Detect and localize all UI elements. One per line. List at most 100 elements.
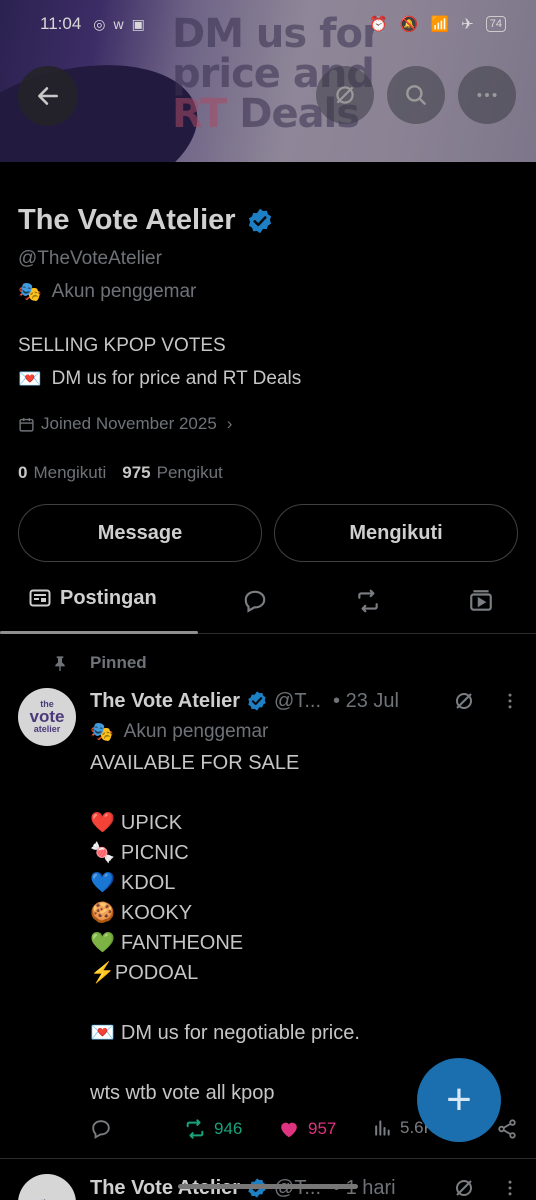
search-button[interactable] [387,66,445,124]
like-count: 957 [308,1119,337,1138]
post-headline: AVAILABLE FOR SALE [90,752,300,774]
post-avatar[interactable]: the vote atelier [18,688,76,746]
following-count[interactable]: 0 [18,463,27,483]
plus-icon: + [446,1075,472,1124]
post-handle[interactable]: @T... [274,690,321,713]
post-dm-text: DM us for negotiable price. [120,1022,360,1044]
profile-name: The Vote Atelier [18,204,236,236]
app-icon-2: w [113,15,124,32]
like-button[interactable]: 957 [278,1118,336,1140]
posts-icon [29,589,51,607]
profile-handle: @TheVoteAtelier [18,248,162,269]
arrow-left-icon [38,87,58,105]
grok-icon[interactable] [452,689,476,713]
alarm-icon: ⏰ [369,16,388,33]
post-tags-line: wts wtb vote all kpop [90,1082,275,1104]
profile-joined[interactable]: Joined November 2025 › [18,414,232,434]
profile-bio-line1: SELLING KPOP VOTES [18,335,226,356]
list-item: 💚 FANTHEONE [90,928,360,958]
grok-icon[interactable] [452,1176,476,1200]
airplane-icon: ✈ [461,16,474,33]
following-label[interactable]: Mengikuti [33,463,106,483]
followers-label[interactable]: Pengikut [157,463,223,483]
app-icon-3: ▣ [131,15,145,32]
compose-fab-button[interactable]: + [417,1058,501,1142]
system-icons: ⏰ 🔕 📶 ✈ 74 [369,15,506,33]
verified-badge-icon [248,691,266,711]
message-button[interactable]: Message [18,504,262,562]
grok-icon [336,86,354,104]
profile-bio-line2-text: DM us for price and RT Deals [51,368,302,389]
grok-button[interactable] [316,66,374,124]
post-divider [0,1158,536,1159]
avatar-text-line2: vote [29,707,65,726]
profile-stats: 0 Mengikuti 975 Pengikut [18,463,223,483]
post-date: • 23 Jul [333,689,399,712]
tab-reposts[interactable] [354,588,382,614]
avatar-text-line3: atelier [33,724,61,734]
status-time: 11:04 [40,14,82,33]
list-item: ❤️ UPICK [90,808,360,838]
back-button[interactable] [18,66,78,126]
app-icon-1: ◎ [93,15,106,32]
speech-bubble-icon [244,590,266,613]
profile-category: 🎭 Akun penggemar [18,280,196,304]
share-icon [498,1119,516,1139]
post-header: The Vote Atelier @T... • 23 Jul [90,689,520,713]
search-icon [406,85,426,105]
more-vertical-icon[interactable] [500,1177,520,1199]
profile-joined-label: Joined November 2025 [41,414,217,433]
reply-button[interactable] [90,1118,112,1140]
list-item-text: UPICK [120,812,183,834]
verified-badge-icon[interactable] [246,207,274,235]
banner-promo-line3-red: RT [172,91,227,137]
profile-name-row: The Vote Atelier [18,204,274,237]
profile-category-label: Akun penggemar [51,281,197,302]
repost-button[interactable]: 946 [184,1118,242,1140]
profile-tabs: Postingan [0,574,536,634]
followers-count[interactable]: 975 [122,463,150,483]
wifi-icon: 📶 [430,16,450,33]
more-vertical-icon[interactable] [500,690,520,712]
repost-count: 946 [214,1119,243,1138]
post-avatar[interactable]: the [18,1174,76,1200]
list-item-text: PICNIC [120,842,189,864]
video-icon [470,590,492,611]
home-indicator[interactable] [178,1184,358,1189]
tab-active-indicator [0,631,198,634]
more-horizontal-icon [477,93,497,97]
more-options-button[interactable] [458,66,516,124]
list-item-text: PODOAL [114,962,199,984]
post-dm-line: 💌 DM us for negotiable price. [90,1018,360,1048]
pin-icon [55,656,65,671]
list-item: 🍬 PICNIC [90,838,360,868]
love-letter-icon: 💌 [18,369,42,390]
red-heart-icon: ❤️ [90,812,115,834]
calendar-icon [19,417,34,432]
bar-chart-icon [375,1120,390,1136]
repost-icon [358,589,378,613]
tab-posts-label: Postingan [60,586,157,609]
candy-icon: 🍬 [90,842,115,864]
tab-media[interactable] [468,588,494,614]
list-item-text: FANTHEONE [120,932,244,954]
pinned-indicator: Pinned [52,653,147,673]
following-button[interactable]: Mengikuti [274,504,518,562]
repost-icon [186,1119,204,1139]
list-item-text: KDOL [120,872,176,894]
lightning-icon: ⚡ [90,962,115,984]
tab-replies[interactable] [242,588,268,614]
theater-masks-icon: 🎭 [18,282,42,303]
list-item: 💙 KDOL [90,868,360,898]
tab-posts[interactable]: Postingan [28,586,157,610]
blue-heart-icon: 💙 [90,872,115,894]
cookie-icon: 🍪 [90,902,115,924]
list-item: 🍪 KOOKY [90,898,360,928]
chevron-right-icon: › [226,414,233,433]
post-category-label: Akun penggemar [123,721,269,742]
share-button[interactable] [496,1118,518,1140]
list-item: ⚡ PODOAL [90,958,360,988]
post-author[interactable]: The Vote Atelier [90,690,240,713]
